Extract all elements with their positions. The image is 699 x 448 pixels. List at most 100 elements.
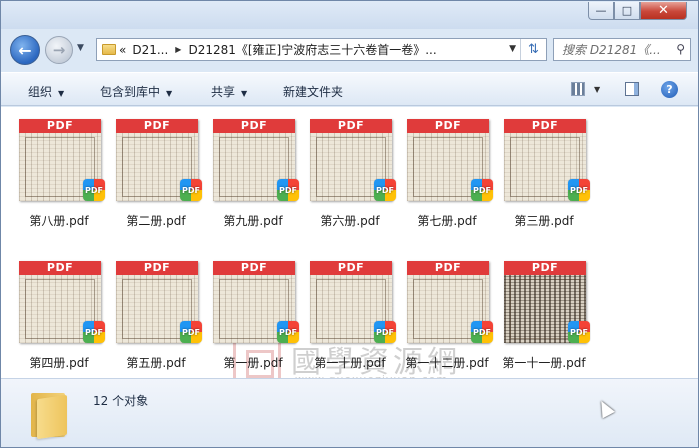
file-item[interactable]: PDF PDF 第五册.pdf xyxy=(108,255,204,379)
pdf-app-label: PDF xyxy=(570,327,588,337)
pdf-banner: PDF xyxy=(213,119,295,133)
include-library-label: 包含到库中 xyxy=(100,85,161,99)
chevron-right-icon[interactable]: ▶ xyxy=(171,45,185,54)
include-library-menu[interactable]: 包含到库中 ▼ xyxy=(100,83,172,100)
file-name[interactable]: 第八册.pdf xyxy=(5,212,113,229)
minimize-button[interactable]: — xyxy=(588,2,614,20)
file-item[interactable]: PDF PDF 第三册.pdf xyxy=(496,113,592,237)
refresh-button[interactable]: ⇅ xyxy=(520,39,546,60)
new-folder-button[interactable]: 新建文件夹 xyxy=(283,83,343,100)
pdf-banner: PDF xyxy=(19,119,101,133)
pdf-app-icon: PDF xyxy=(180,321,202,343)
help-icon[interactable]: ? xyxy=(661,81,678,98)
file-item[interactable]: PDF PDF 第四册.pdf xyxy=(11,255,107,379)
pdf-app-label: PDF xyxy=(85,327,103,337)
pdf-app-icon: PDF xyxy=(277,179,299,201)
file-item[interactable]: PDF PDF 第一十二册.pdf xyxy=(399,255,495,379)
pdf-app-label: PDF xyxy=(279,327,297,337)
breadcrumb-overflow[interactable]: « xyxy=(116,43,129,57)
item-count: 12 个对象 xyxy=(93,394,149,408)
pdf-app-icon: PDF xyxy=(471,321,493,343)
pdf-app-label: PDF xyxy=(473,327,491,337)
file-name[interactable]: 第五册.pdf xyxy=(102,354,210,371)
pdf-banner: PDF xyxy=(310,119,392,133)
pdf-app-label: PDF xyxy=(376,185,394,195)
command-bar: 组织 ▼ 包含到库中 ▼ 共享 ▼ 新建文件夹 ▼ ? xyxy=(1,72,698,106)
chevron-down-icon: ▼ xyxy=(241,89,248,98)
pdf-banner: PDF xyxy=(213,261,295,275)
pdf-app-icon: PDF xyxy=(83,179,105,201)
pdf-app-icon: PDF xyxy=(277,321,299,343)
share-label: 共享 xyxy=(211,85,236,99)
forward-button[interactable]: → xyxy=(45,36,73,64)
file-name[interactable]: 第四册.pdf xyxy=(5,354,113,371)
back-arrow-icon: ← xyxy=(18,40,32,60)
file-name[interactable]: 第七册.pdf xyxy=(393,212,501,229)
pdf-app-icon: PDF xyxy=(374,179,396,201)
pdf-app-label: PDF xyxy=(85,185,103,195)
chevron-down-icon: ▼ xyxy=(58,89,65,98)
details-pane: 12 个对象 xyxy=(1,378,698,447)
file-item[interactable]: PDF PDF 第七册.pdf xyxy=(399,113,495,237)
pdf-app-label: PDF xyxy=(376,327,394,337)
pdf-banner: PDF xyxy=(407,261,489,275)
file-name[interactable]: 第三册.pdf xyxy=(490,212,598,229)
pdf-banner: PDF xyxy=(504,261,586,275)
folder-icon xyxy=(102,44,116,55)
address-bar[interactable]: « D21... ▶ D21281《[雍正]宁波府志三十六卷首一卷》... ▼ … xyxy=(96,38,547,61)
navigation-bar: ← → ▼ « D21... ▶ D21281《[雍正]宁波府志三十六卷首一卷》… xyxy=(1,29,698,69)
search-icon: ⚲ xyxy=(676,42,685,56)
pdf-banner: PDF xyxy=(116,119,198,133)
pdf-app-label: PDF xyxy=(182,327,200,337)
pdf-banner: PDF xyxy=(310,261,392,275)
file-item[interactable]: PDF PDF 第一册.pdf xyxy=(205,255,301,379)
pdf-banner: PDF xyxy=(19,261,101,275)
file-name[interactable]: 第六册.pdf xyxy=(296,212,404,229)
pdf-banner: PDF xyxy=(407,119,489,133)
pdf-app-label: PDF xyxy=(473,185,491,195)
breadcrumb-parent[interactable]: D21... xyxy=(129,43,171,57)
file-list[interactable]: 國學資源網 www.guoxueziyuan.com PDFPDF第八册.pdf… xyxy=(1,107,698,386)
forward-arrow-icon: → xyxy=(52,41,66,59)
chevron-down-icon: ▼ xyxy=(77,43,84,53)
file-item[interactable]: PDF PDF 第八册.pdf xyxy=(11,113,107,237)
explorer-window: — □ ✕ ← → ▼ « D21... ▶ D21281《[雍正]宁波府志三十… xyxy=(0,0,699,448)
pdf-app-icon: PDF xyxy=(568,179,590,201)
pdf-app-icon: PDF xyxy=(83,321,105,343)
view-options-icon[interactable] xyxy=(571,82,585,96)
refresh-icon: ⇅ xyxy=(528,42,539,57)
pdf-app-icon: PDF xyxy=(374,321,396,343)
chevron-down-icon: ▼ xyxy=(166,89,173,98)
file-item[interactable]: PDF PDF 第一十册.pdf xyxy=(302,255,398,379)
file-name[interactable]: 第一十一册.pdf xyxy=(490,354,598,371)
search-input[interactable]: 搜索 D21281《... xyxy=(554,41,666,58)
pdf-app-label: PDF xyxy=(279,185,297,195)
file-item[interactable]: PDF PDF 第六册.pdf xyxy=(302,113,398,237)
file-name[interactable]: 第二册.pdf xyxy=(102,212,210,229)
pdf-app-icon: PDF xyxy=(471,179,493,201)
folder-icon xyxy=(31,389,71,440)
maximize-button[interactable]: □ xyxy=(614,2,640,20)
address-dropdown-icon[interactable]: ▼ xyxy=(509,44,516,54)
organize-menu[interactable]: 组织 ▼ xyxy=(28,83,64,100)
pdf-app-label: PDF xyxy=(182,185,200,195)
back-button[interactable]: ← xyxy=(10,35,40,65)
chevron-down-icon[interactable]: ▼ xyxy=(594,85,600,94)
pdf-banner: PDF xyxy=(116,261,198,275)
file-name[interactable]: 第一十二册.pdf xyxy=(393,354,501,371)
file-item[interactable]: PDF PDF 第九册.pdf xyxy=(205,113,301,237)
file-name[interactable]: 第一十册.pdf xyxy=(296,354,404,371)
preview-pane-icon[interactable] xyxy=(625,82,639,96)
breadcrumb-current[interactable]: D21281《[雍正]宁波府志三十六卷首一卷》... xyxy=(185,41,439,58)
file-name[interactable]: 第一册.pdf xyxy=(199,354,307,371)
history-dropdown[interactable]: ▼ xyxy=(77,43,89,57)
share-menu[interactable]: 共享 ▼ xyxy=(211,83,247,100)
title-bar: — □ ✕ xyxy=(1,1,698,29)
file-name[interactable]: 第九册.pdf xyxy=(199,212,307,229)
pdf-app-label: PDF xyxy=(570,185,588,195)
file-item[interactable]: PDF PDF 第二册.pdf xyxy=(108,113,204,237)
close-button[interactable]: ✕ xyxy=(640,2,687,20)
organize-label: 组织 xyxy=(28,85,53,99)
file-item[interactable]: PDF PDF 第一十一册.pdf xyxy=(496,255,592,379)
search-box[interactable]: 搜索 D21281《... ⚲ xyxy=(553,38,691,61)
